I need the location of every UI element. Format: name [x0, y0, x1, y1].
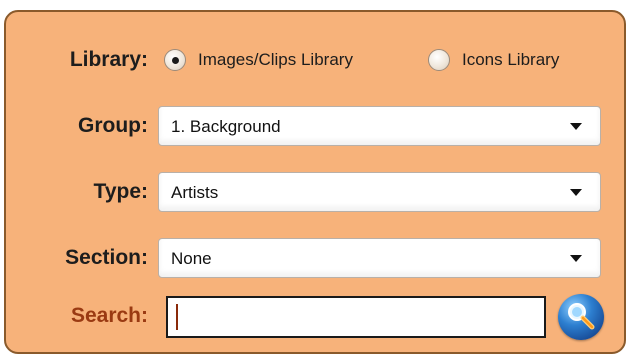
group-label: Group: [78, 114, 148, 137]
dropdown-arrow-icon [570, 255, 582, 262]
library-label: Library: [69, 48, 148, 71]
search-input[interactable] [166, 296, 546, 338]
radio-button-selected-icon[interactable] [164, 49, 186, 71]
section-select[interactable]: None [158, 238, 601, 278]
text-caret [176, 304, 178, 330]
radio-label-images-clips: Images/Clips Library [198, 50, 353, 69]
search-row: Search: [6, 294, 624, 340]
dropdown-arrow-icon [570, 123, 582, 130]
radio-button-icon[interactable] [428, 49, 450, 71]
type-select[interactable]: Artists [158, 172, 601, 212]
section-label: Section: [65, 246, 148, 269]
search-button[interactable] [558, 294, 604, 340]
search-label: Search: [70, 304, 148, 327]
radio-dot [171, 56, 179, 64]
section-row: Section: None [6, 238, 624, 278]
type-label: Type: [93, 180, 148, 203]
group-select-value: 1. Background [171, 117, 281, 136]
search-magnifier-icon [568, 303, 595, 330]
type-row: Type: Artists [6, 172, 624, 212]
library-row: Library: Images/Clips Library Icons Libr… [6, 40, 624, 80]
section-select-value: None [171, 249, 212, 268]
type-select-value: Artists [171, 183, 219, 202]
group-select[interactable]: 1. Background [158, 106, 601, 146]
library-filter-panel: Library: Images/Clips Library Icons Libr… [4, 10, 626, 354]
radio-icons-library[interactable]: Icons Library [428, 40, 559, 80]
group-row: Group: 1. Background [6, 106, 624, 146]
radio-label-icons: Icons Library [462, 50, 560, 69]
dropdown-arrow-icon [570, 189, 582, 196]
radio-images-clips-library[interactable]: Images/Clips Library [164, 40, 353, 80]
